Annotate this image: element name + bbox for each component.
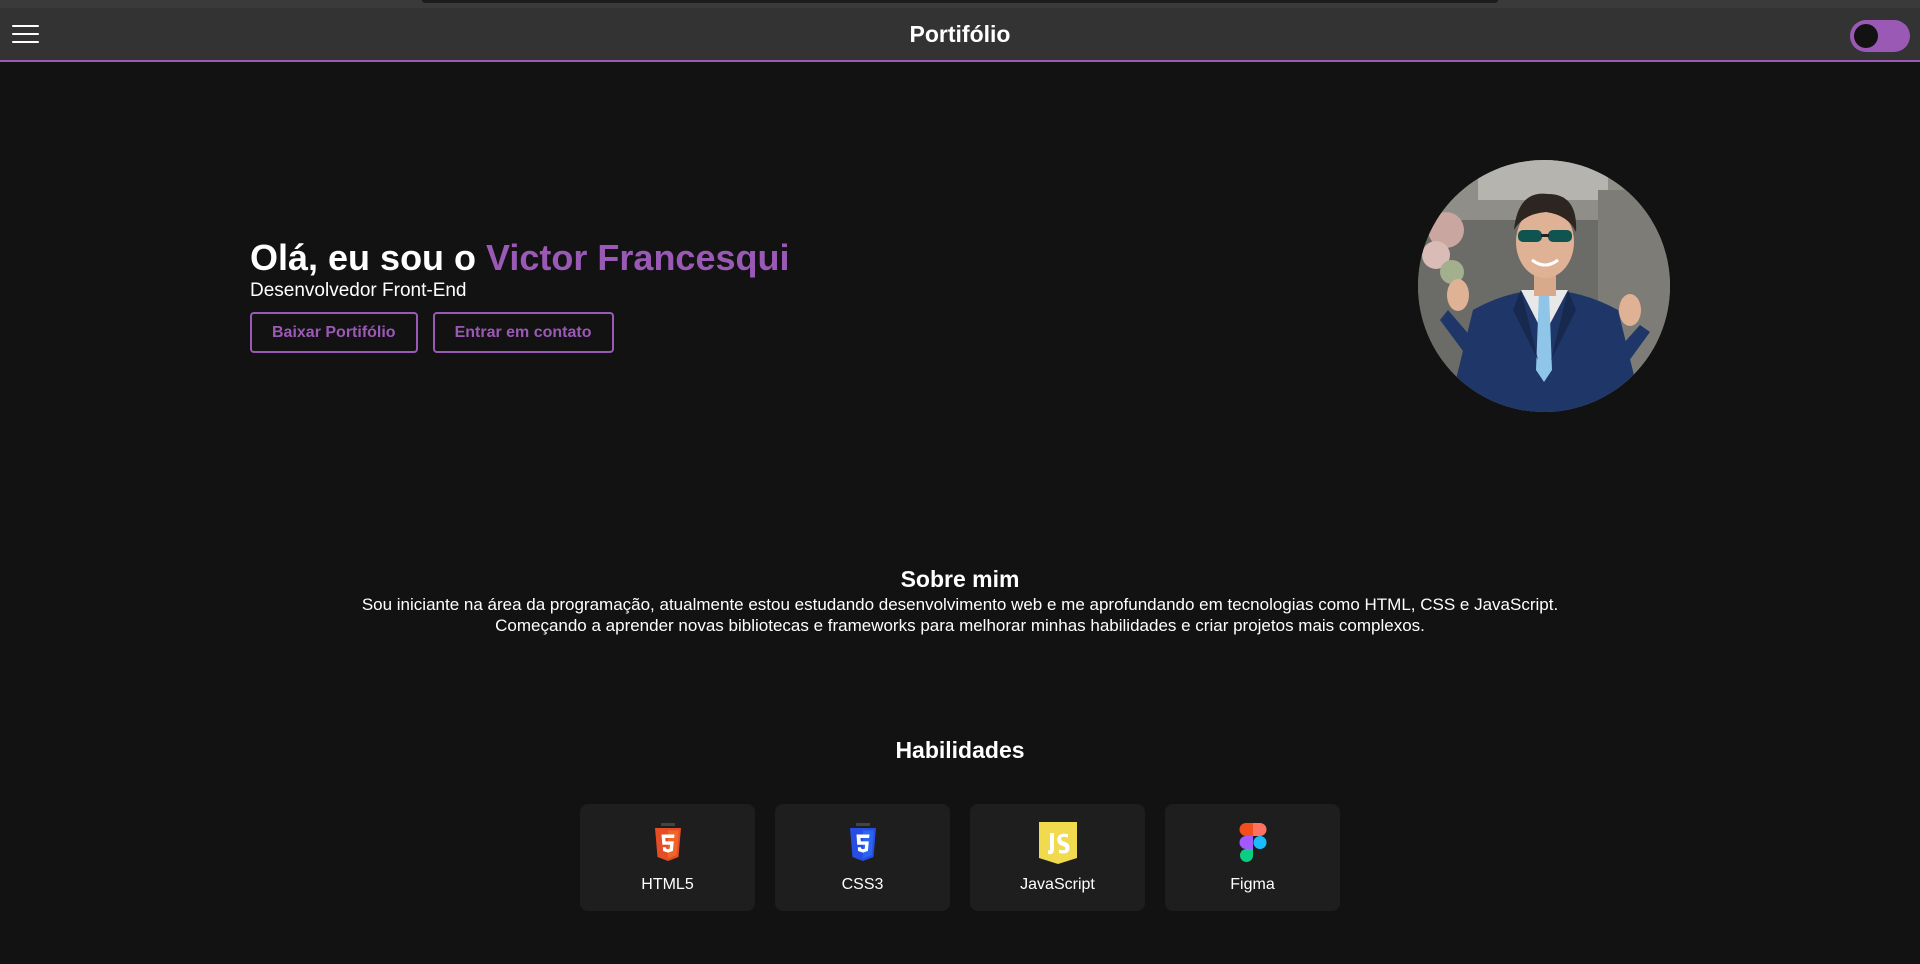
- skills-section: Habilidades HTML5 CSS3 JavaScript Figma: [0, 735, 1920, 911]
- skill-card-figma: Figma: [1165, 804, 1340, 911]
- skills-grid: HTML5 CSS3 JavaScript Figma: [580, 804, 1340, 911]
- javascript-icon: [1038, 822, 1077, 864]
- profile-photo-illustration: [1418, 160, 1670, 412]
- skill-card-html5: HTML5: [580, 804, 755, 911]
- hero-title: Olá, eu sou o Victor Francesqui: [250, 236, 789, 280]
- navbar-title: Portifólio: [909, 21, 1011, 47]
- hero-section: Olá, eu sou o Victor Francesqui Desenvol…: [250, 236, 789, 353]
- hero-subtitle: Desenvolvedor Front-End: [250, 280, 467, 301]
- hero-name: Victor Francesqui: [486, 237, 790, 278]
- hero-greeting: Olá, eu sou o: [250, 237, 487, 278]
- figma-icon: [1239, 823, 1266, 862]
- contact-button[interactable]: Entrar em contato: [432, 312, 614, 353]
- about-title: Sobre mim: [900, 566, 1020, 592]
- about-section: Sobre mim Sou iniciante na área da progr…: [0, 564, 1920, 636]
- about-text-line-1: Sou iniciante na área da programação, at…: [361, 595, 1559, 614]
- navbar: Portifólio: [0, 8, 1920, 62]
- hero-buttons: Baixar Portifólio Entrar em contato: [250, 312, 789, 353]
- profile-photo: [1418, 160, 1670, 412]
- skill-label: HTML5: [641, 876, 694, 893]
- browser-top-strip: [0, 0, 1920, 8]
- theme-toggle-knob: [1854, 24, 1878, 48]
- skill-label: Figma: [1230, 876, 1275, 893]
- skill-label: CSS3: [841, 876, 884, 893]
- skill-card-javascript: JavaScript: [970, 804, 1145, 911]
- css3-icon: [849, 823, 876, 861]
- theme-toggle[interactable]: [1850, 20, 1910, 52]
- download-portfolio-button[interactable]: Baixar Portifólio: [250, 312, 418, 353]
- about-text-line-2: Começando a aprender novas bibliotecas e…: [495, 616, 1425, 635]
- skill-card-css3: CSS3: [775, 804, 950, 911]
- skills-title: Habilidades: [895, 737, 1025, 763]
- skill-label: JavaScript: [1020, 876, 1095, 893]
- html5-icon: [654, 823, 681, 861]
- browser-notch: [422, 0, 1498, 3]
